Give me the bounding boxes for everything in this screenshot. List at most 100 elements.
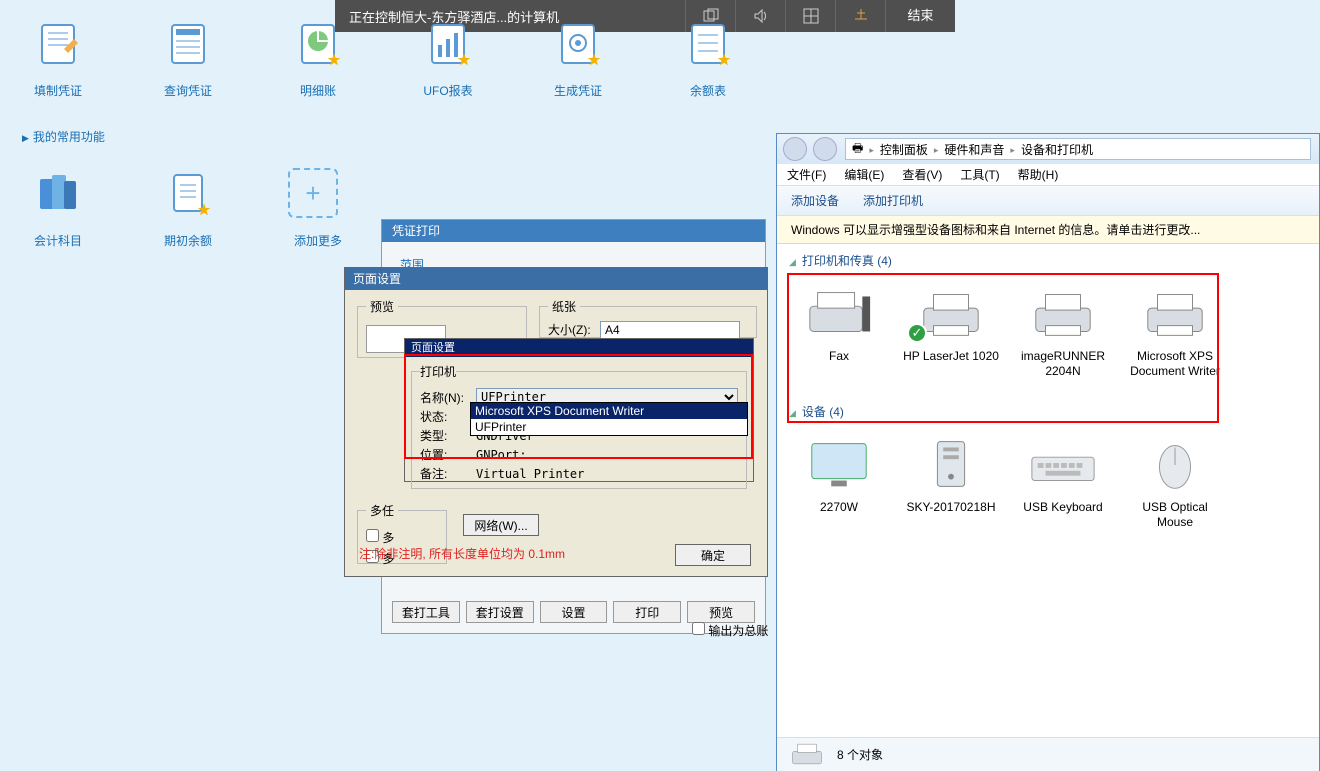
devices-printers-window: 🖶 控制面板 硬件和声音 设备和打印机 文件(F) 编辑(E) 查看(V) 工具… [776,133,1320,771]
menu-tools[interactable]: 工具(T) [960,166,999,183]
star-icon [586,52,602,68]
printer-select-title: 页面设置 [405,339,753,357]
network-button[interactable]: 网络(W)... [463,514,539,536]
app-query-voucher[interactable]: 查询凭证 [158,18,218,99]
multi-check-1[interactable]: 多 [366,529,438,546]
monitor-icon [803,434,875,494]
app-accounting-subject[interactable]: 会计科目 [28,168,88,249]
menu-edit[interactable]: 编辑(E) [844,166,884,183]
device-monitor[interactable]: 2270W [789,434,889,530]
remote-sound-icon[interactable] [735,0,785,32]
device-label: imageRUNNER 2204N [1013,349,1113,379]
app-label: 查询凭证 [158,82,218,99]
printer-icon [1139,283,1211,343]
printer-comment-label: 备注: [420,465,476,482]
app-label: 会计科目 [28,232,88,249]
crumb-control-panel[interactable]: 控制面板 [880,141,928,158]
device-label: Fax [789,349,889,364]
my-favorites-toggle[interactable]: 我的常用功能 [22,128,105,145]
app-label: 期初余额 [158,232,218,249]
printers-grid: Fax ✓ HP LaserJet 1020 imageRUNNER 2204N… [777,277,1319,395]
printer-name-label: 名称(N): [420,389,476,406]
keyboard-icon [1027,434,1099,494]
printer-name-dropdown[interactable]: Microsoft XPS Document Writer UFPrinter [470,402,748,436]
device-keyboard[interactable]: USB Keyboard [1013,434,1113,530]
paper-group: 纸张 大小(Z): [539,298,757,338]
device-label: 2270W [789,500,889,515]
device-label: HP LaserJet 1020 [901,349,1001,364]
device-hp1020[interactable]: ✓ HP LaserJet 1020 [901,283,1001,379]
paper-size-label: 大小(Z): [548,323,591,337]
dropdown-option-ufprinter[interactable]: UFPrinter [471,419,747,435]
app-label: 余额表 [678,82,738,99]
printer-type-label: 类型: [420,427,476,444]
btn-preview[interactable]: 预览 [687,601,755,623]
device-msxps[interactable]: Microsoft XPS Document Writer [1125,283,1225,379]
output-as-total-checkbox[interactable]: 输出为总账 [692,622,768,639]
devices-grid: 2270W SKY-20170218H USB Keyboard USB Opt… [777,428,1319,546]
fax-icon [803,283,875,343]
app-detail-ledger[interactable]: 明细账 [288,18,348,99]
menu-view[interactable]: 查看(V) [902,166,942,183]
btn-settings[interactable]: 设置 [540,601,608,623]
printer-location-value: GNPort: [476,448,527,462]
device-mouse[interactable]: USB Optical Mouse [1125,434,1225,530]
status-printer-icon [787,740,827,768]
device-pc[interactable]: SKY-20170218H [901,434,1001,530]
btn-print[interactable]: 打印 [613,601,681,623]
app-label: 生成凭证 [548,82,608,99]
device-fax[interactable]: Fax [789,283,889,379]
ok-button[interactable]: 确定 [675,544,751,566]
nav-back-button[interactable] [783,137,807,161]
menu-help[interactable]: 帮助(H) [1018,166,1059,183]
app-icon-row-1: 填制凭证 查询凭证 明细账 UFO报表 生成凭证 余额表 [28,18,738,99]
paper-size-input[interactable] [600,321,740,339]
btn-print-tool[interactable]: 套打工具 [392,601,460,623]
cmd-add-printer[interactable]: 添加打印机 [863,192,923,209]
app-icon-row-2: 会计科目 期初余额 + 添加更多 [28,168,348,249]
unit-note: 注:除非注明, 所有长度单位均为 0.1mm [359,545,565,562]
device-ir2204n[interactable]: imageRUNNER 2204N [1013,283,1113,379]
crumb-devices-printers[interactable]: 设备和打印机 [1021,141,1093,158]
notebook-icon [33,18,83,68]
dropdown-option-msxps[interactable]: Microsoft XPS Document Writer [471,403,747,419]
app-fill-voucher[interactable]: 填制凭证 [28,18,88,99]
remote-transfer-icon[interactable] [785,0,835,32]
app-opening-balance[interactable]: 期初余额 [158,168,218,249]
app-label: UFO报表 [418,82,478,99]
plus-icon: + [288,168,338,218]
default-check-icon: ✓ [907,323,927,343]
section-printers-head[interactable]: 打印机和传真 (4) [777,244,1319,277]
menu-file[interactable]: 文件(F) [787,166,826,183]
printer-legend: 打印机 [420,363,456,380]
info-bar[interactable]: Windows 可以显示增强型设备图标和来自 Internet 的信息。请单击进… [777,216,1319,244]
app-add-more[interactable]: + 添加更多 [288,168,348,249]
star-icon [326,52,342,68]
app-gen-voucher[interactable]: 生成凭证 [548,18,608,99]
window-chrome: 🖶 控制面板 硬件和声音 设备和打印机 [777,134,1319,164]
remote-pin-icon[interactable] [835,0,885,32]
preview-legend: 预览 [366,298,398,315]
app-ufo-report[interactable]: UFO报表 [418,18,478,99]
star-icon [196,202,212,218]
printer-status-label: 状态: [420,408,476,425]
address-bar[interactable]: 🖶 控制面板 硬件和声音 设备和打印机 [845,138,1311,160]
remote-end-button[interactable]: 结束 [885,0,955,32]
multi-legend: 多任 [366,502,398,519]
printer-icon [1027,283,1099,343]
section-devices-head[interactable]: 设备 (4) [777,395,1319,428]
crumb-hardware-sound[interactable]: 硬件和声音 [944,141,1004,158]
cmd-add-device[interactable]: 添加设备 [791,192,839,209]
device-label: USB Optical Mouse [1125,500,1225,530]
printer-location-label: 位置: [420,446,476,463]
nav-forward-button[interactable] [813,137,837,161]
star-icon [456,52,472,68]
printer-comment-value: Virtual Printer [476,467,584,481]
btn-print-settings[interactable]: 套打设置 [466,601,534,623]
device-label: SKY-20170218H [901,500,1001,515]
device-label: USB Keyboard [1013,500,1113,515]
app-label: 明细账 [288,82,348,99]
app-balance-table[interactable]: 余额表 [678,18,738,99]
app-label: 填制凭证 [28,82,88,99]
status-bar: 8 个对象 [777,737,1319,771]
